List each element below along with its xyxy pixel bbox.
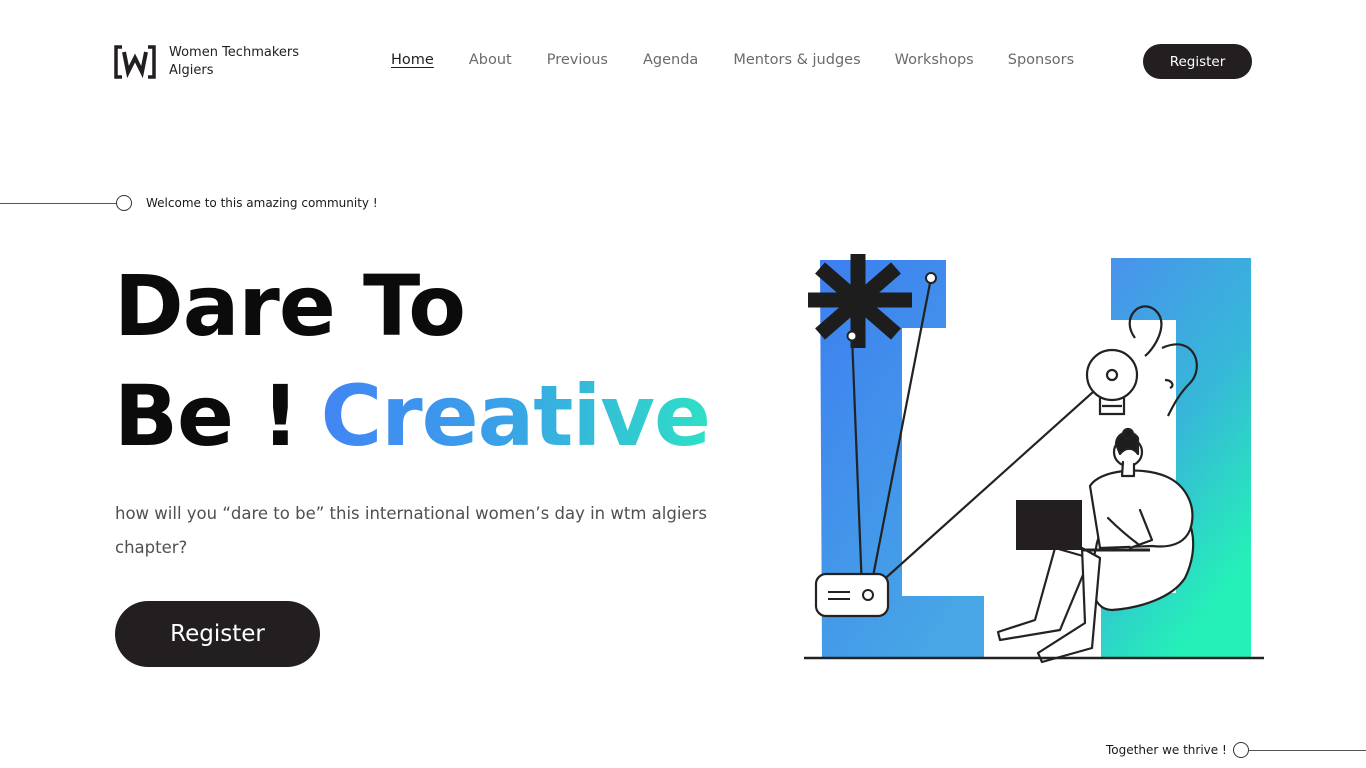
logo-text: Women Techmakers Algiers — [169, 44, 299, 80]
message-box-icon — [814, 572, 890, 618]
hero-title-highlight: Creative — [320, 367, 711, 465]
together-divider-line — [1249, 750, 1366, 751]
nav-agenda[interactable]: Agenda — [643, 52, 698, 68]
hero-title-prefix: Be ! — [114, 367, 300, 465]
main-nav: Home About Previous Agenda Mentors & jud… — [391, 52, 1074, 68]
header-register-button[interactable]: Register — [1143, 44, 1252, 79]
nav-home[interactable]: Home — [391, 52, 434, 68]
site-logo[interactable]: Women Techmakers Algiers — [114, 44, 299, 80]
nav-mentors-judges[interactable]: Mentors & judges — [733, 52, 860, 68]
together-circle-marker — [1233, 742, 1249, 758]
welcome-divider-line — [0, 203, 116, 204]
nav-workshops[interactable]: Workshops — [895, 52, 974, 68]
welcome-text: Welcome to this amazing community ! — [146, 196, 378, 210]
nav-about[interactable]: About — [469, 52, 512, 68]
wtm-logo-icon — [114, 45, 156, 79]
together-text: Together we thrive ! — [1106, 743, 1227, 757]
hero-subtitle: how will you “dare to be” this internati… — [115, 504, 707, 557]
nav-previous[interactable]: Previous — [547, 52, 608, 68]
hero-title-line2: Be ! Creative — [114, 374, 711, 458]
woman-laptop-illustration — [804, 254, 1264, 664]
nav-sponsors[interactable]: Sponsors — [1008, 52, 1074, 68]
page: Women Techmakers Algiers Home About Prev… — [0, 0, 1366, 768]
logo-line1: Women Techmakers — [169, 45, 300, 60]
hero-title-line1: Dare To — [114, 257, 466, 355]
welcome-circle-marker — [116, 195, 132, 211]
hero-register-button[interactable]: Register — [115, 601, 320, 667]
logo-line2: Algiers — [169, 63, 214, 78]
